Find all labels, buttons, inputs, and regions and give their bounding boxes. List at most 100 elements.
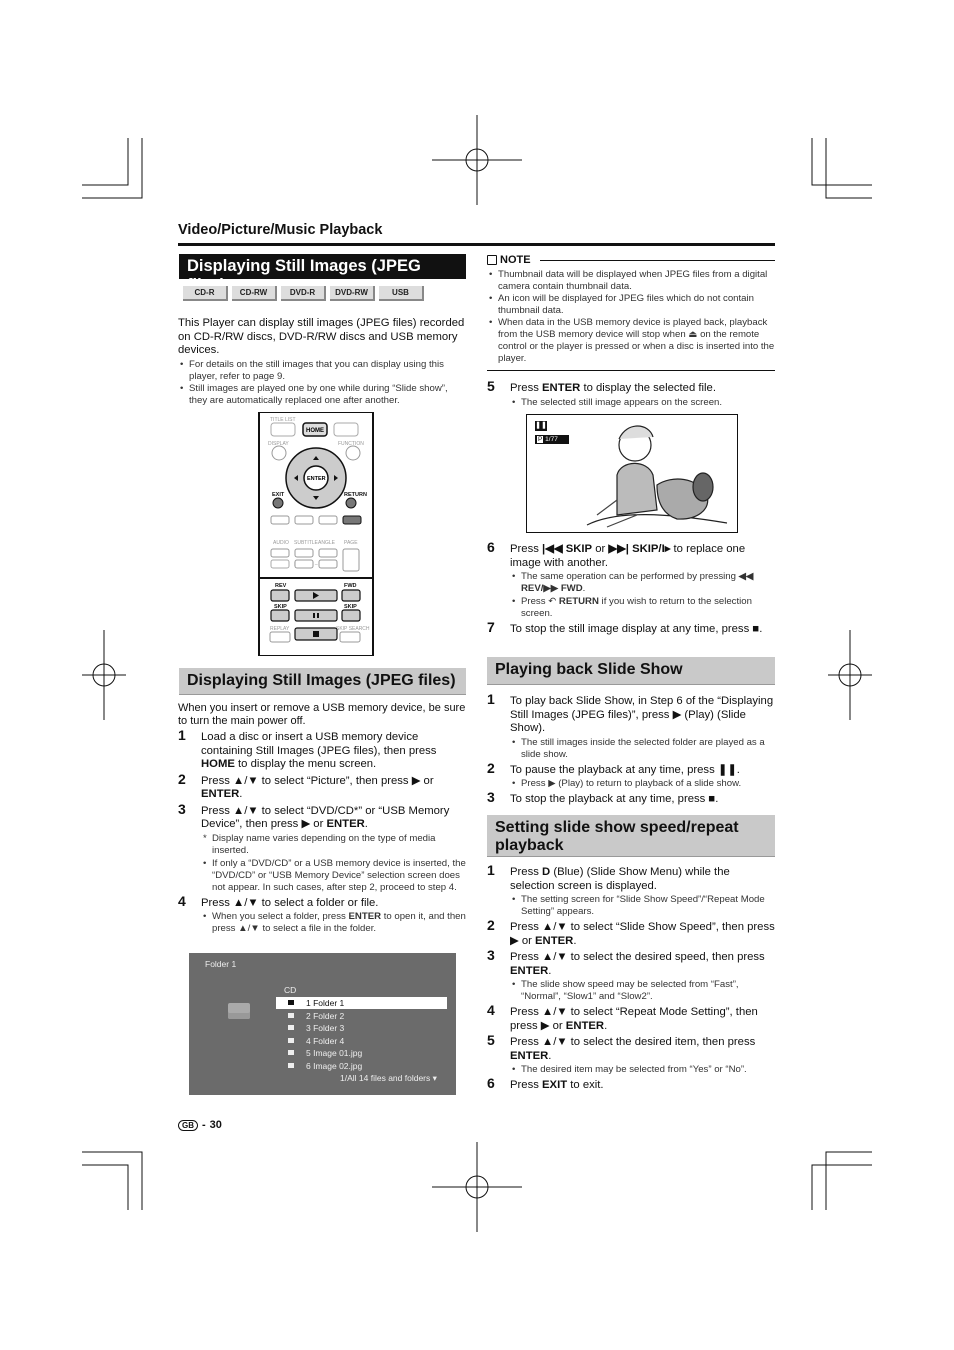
step-note: The slide show speed may be selected fro…	[510, 979, 775, 1003]
step-number: 2	[178, 770, 186, 787]
text-run: Press ▲/▼ to select “Repeat Mode Setting…	[510, 1006, 758, 1032]
svg-text:TITLE LIST: TITLE LIST	[270, 417, 296, 423]
folder-icon	[288, 1037, 294, 1043]
remote-control-illustration: TITLE LISTDISPLAY FUNCTION AUDIO SUBTITLE A…	[258, 412, 374, 656]
bold-term: |◀◀ SKIP	[542, 543, 593, 555]
step-number: 1	[487, 691, 495, 707]
step-text: Load a disc or insert a USB memory devic…	[201, 731, 468, 772]
step-text: Press ▲/▼ to select the desired item, th…	[510, 1036, 775, 1063]
svg-text:ANGLE: ANGLE	[318, 540, 336, 546]
header-rule	[178, 243, 775, 246]
usb-warning: When you insert or remove a USB memory d…	[178, 702, 466, 727]
bold-term: RETURN	[558, 596, 599, 607]
step-6: 6 Press |◀◀ SKIP or ▶▶| SKIP/I▸ to replac…	[487, 539, 775, 620]
text-run: The slide show speed may be selected fro…	[521, 979, 739, 1002]
text-run: to display the menu screen.	[234, 758, 377, 770]
step-note: Press ↶ RETURN if you wish to return to …	[510, 596, 775, 620]
step-number: 2	[487, 917, 495, 933]
step-note: The same operation can be performed by p…	[510, 571, 775, 595]
step-number: 3	[487, 947, 495, 963]
step-note: Display name varies depending on the typ…	[201, 833, 468, 857]
step-number: 5	[487, 378, 495, 394]
text-run: The selected still image appears on the …	[521, 396, 723, 408]
folder-selection-screen: Folder 1 CD 1 Folder 1 2 Folder 2 3 Folder…	[189, 953, 456, 1095]
bold-term: ENTER	[535, 934, 574, 947]
note-icon	[487, 255, 497, 265]
step-5: 5 Press ENTER to display the selected fil…	[487, 378, 775, 408]
image-icon	[288, 1050, 294, 1055]
screen-folder-title: Folder 1	[205, 959, 237, 969]
bold-term: ENTER	[510, 964, 549, 977]
text-run: Press	[510, 866, 543, 878]
text-run: To stop the playback at any time, press …	[510, 793, 719, 805]
still-image-screen: ❚❚ P 1/77	[526, 414, 738, 533]
text-run: If only a “DVD/CD” or a USB memory devic…	[212, 857, 466, 893]
counter-text: 1/77	[545, 436, 558, 443]
step-1: 1 Load a disc or insert a USB memory devi…	[178, 728, 468, 772]
photo-boy-with-dog	[586, 425, 728, 528]
step-3: 3 Press ▲/▼ to select “DVD/CD*” or “USB M…	[178, 802, 468, 894]
section-header: Video/Picture/Music Playback	[178, 222, 383, 238]
svg-text:RETURN: RETURN	[344, 492, 367, 498]
text-run: Press ↶	[521, 596, 559, 607]
bold-term: D	[542, 866, 551, 878]
step-text: Press D (Blue) (Slide Show Menu) while t…	[510, 866, 775, 893]
text-run: Press	[510, 382, 543, 394]
text-run: Press ▲/▼ to select the desired speed, t…	[510, 951, 765, 963]
text-run: .	[548, 964, 552, 977]
text-run: The still images inside the selected fol…	[521, 736, 765, 760]
folder-icon	[288, 1000, 294, 1005]
step-text: Press ▲/▼ to select “Picture”, then pres…	[201, 775, 468, 802]
bullet-item: Still images are played one by one while…	[178, 383, 468, 407]
svg-text:EXIT: EXIT	[272, 492, 285, 498]
file-list-item[interactable]: 1 Folder 1	[276, 997, 447, 1009]
text-run: Press ▶ (Play) to return to playback of …	[521, 778, 742, 789]
note-label: NOTE	[500, 254, 531, 266]
text-run: .	[582, 583, 586, 594]
file-list-item[interactable]: 4 Folder 4	[276, 1035, 447, 1047]
region-badge: GB	[178, 1119, 198, 1131]
text-run: to exit.	[567, 1079, 604, 1091]
text-run: To stop the still image display at any t…	[510, 623, 763, 635]
bold-term: ENTER	[510, 1049, 549, 1062]
text-run: To play back Slide Show, in Step 6 of th…	[510, 695, 774, 734]
media-badge-cd-r: CD-R	[183, 286, 228, 301]
svg-text:SKIP: SKIP	[344, 604, 357, 610]
file-label: 6 Image 02.jpg	[306, 1060, 363, 1071]
step-number: 1	[487, 862, 495, 878]
text-run: The desired item may be selected from “Y…	[521, 1064, 747, 1075]
step-note: When you select a folder, press ENTER to…	[201, 911, 468, 935]
step-5: 5 Press ▲/▼ to select the desired item, t…	[487, 1033, 775, 1076]
step-note: The setting screen for “Slide Show Speed…	[510, 894, 775, 918]
text-run: Press ▲/▼ to select the desired item, th…	[510, 1036, 756, 1048]
page-footer: GB - 30	[178, 1119, 222, 1131]
crop-marks	[82, 115, 872, 1232]
bold-term: ▶▶| SKIP/I▸	[608, 543, 671, 555]
step-4: 4 Press ▲/▼ to select “Repeat Mode Settin…	[487, 1003, 775, 1033]
screen-footer: 1/All 14 files and folders ▾	[340, 1073, 437, 1084]
left-steps: When you insert or remove a USB memory d…	[178, 702, 468, 935]
file-count: 1/All 14 files and folders	[340, 1073, 431, 1083]
text-run: .	[548, 1049, 552, 1062]
media-badge-dvd-r: DVD-R	[281, 286, 326, 301]
step-number: 6	[487, 539, 495, 555]
intro-text: This Player can display still images (JP…	[178, 317, 465, 356]
step-note: Press ▶ (Play) to return to playback of …	[510, 778, 775, 790]
bullet-item: When data in the USB memory device is pl…	[487, 317, 775, 365]
file-list-item[interactable]: 2 Folder 2	[276, 1010, 447, 1022]
svg-text:HOME: HOME	[306, 428, 324, 434]
right-steps-6-7: 6 Press |◀◀ SKIP or ▶▶| SKIP/I▸ to replac…	[487, 540, 775, 637]
note-box: NOTE Thumbnail data will be displayed wh…	[487, 254, 775, 371]
text-run: to display the selected file.	[580, 382, 716, 394]
step-text: To play back Slide Show, in Step 6 of th…	[510, 695, 775, 736]
p-badge: P	[537, 436, 544, 443]
text-run: .	[604, 1019, 608, 1032]
text-run: Press	[510, 1079, 543, 1091]
file-list-item[interactable]: 3 Folder 3	[276, 1022, 447, 1034]
file-list-item[interactable]: 6 Image 02.jpg	[276, 1060, 447, 1072]
right-steps-5: 5 Press ENTER to display the selected fil…	[487, 378, 775, 408]
file-label: 1 Folder 1	[306, 998, 345, 1008]
step-text: To stop the playback at any time, press …	[510, 793, 775, 807]
file-list-item[interactable]: 5 Image 01.jpg	[276, 1047, 447, 1059]
media-badges: CD-R CD-RW DVD-R DVD-RW USB	[183, 286, 424, 301]
